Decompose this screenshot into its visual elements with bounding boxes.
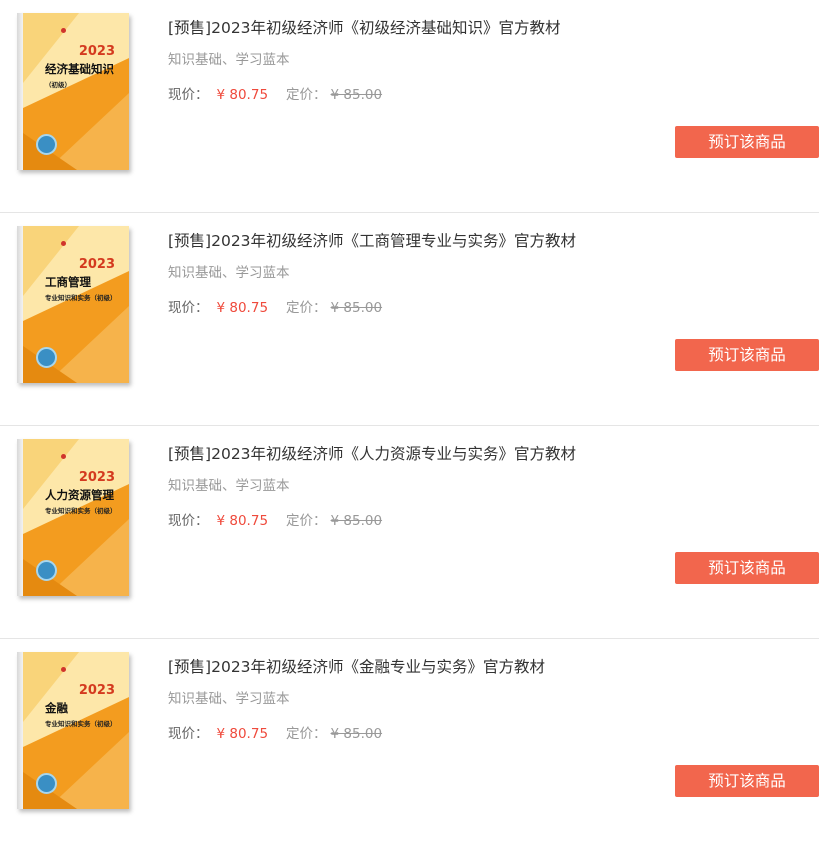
price-row: 现价： ¥ 80.75 定价： ¥ 85.00 bbox=[168, 722, 382, 742]
current-price-label: 现价： bbox=[168, 300, 209, 316]
cover-title: 工商管理 bbox=[45, 275, 91, 289]
badge-icon bbox=[36, 134, 57, 155]
cover-art bbox=[17, 13, 129, 170]
product-item: 2023 金融 专业知识和实务（初级） [预售]2023年初级经济师《金融专业与… bbox=[0, 639, 819, 851]
cover-spine bbox=[17, 652, 23, 809]
book-cover-image[interactable]: 2023 金融 专业知识和实务（初级） bbox=[17, 652, 129, 809]
cover-subtitle: （初级） bbox=[45, 81, 71, 89]
preorder-button[interactable]: 预订该商品 bbox=[675, 765, 819, 797]
seal-icon bbox=[61, 241, 66, 246]
badge-icon bbox=[36, 560, 57, 581]
cover-art bbox=[17, 439, 129, 596]
list-price: ¥ 85.00 bbox=[330, 300, 383, 316]
product-title[interactable]: [预售]2023年初级经济师《金融专业与实务》官方教材 bbox=[168, 655, 545, 677]
product-item: 2023 工商管理 专业知识和实务（初级） [预售]2023年初级经济师《工商管… bbox=[0, 213, 819, 426]
preorder-button[interactable]: 预订该商品 bbox=[675, 339, 819, 371]
product-list: 2023 经济基础知识 （初级） [预售]2023年初级经济师《初级经济基础知识… bbox=[0, 0, 829, 851]
cover-spine bbox=[17, 226, 23, 383]
current-price-label: 现价： bbox=[168, 726, 209, 742]
list-price-label: 定价： bbox=[286, 87, 327, 103]
cover-subtitle: 专业知识和实务（初级） bbox=[45, 720, 117, 728]
cover-title: 金融 bbox=[45, 701, 68, 715]
current-price: ¥ 80.75 bbox=[216, 300, 269, 316]
product-title[interactable]: [预售]2023年初级经济师《人力资源专业与实务》官方教材 bbox=[168, 442, 576, 464]
book-cover-image[interactable]: 2023 工商管理 专业知识和实务（初级） bbox=[17, 226, 129, 383]
cover-year: 2023 bbox=[78, 683, 115, 698]
product-tags: 知识基础、学习蓝本 bbox=[168, 691, 290, 707]
cover-year: 2023 bbox=[78, 44, 115, 59]
book-cover-image[interactable]: 2023 经济基础知识 （初级） bbox=[17, 13, 129, 170]
current-price: ¥ 80.75 bbox=[216, 87, 269, 103]
product-tags: 知识基础、学习蓝本 bbox=[168, 478, 290, 494]
cover-title: 经济基础知识 bbox=[45, 62, 114, 76]
product-tags: 知识基础、学习蓝本 bbox=[168, 265, 290, 281]
price-row: 现价： ¥ 80.75 定价： ¥ 85.00 bbox=[168, 83, 382, 103]
cover-art bbox=[17, 652, 129, 809]
price-row: 现价： ¥ 80.75 定价： ¥ 85.00 bbox=[168, 296, 382, 316]
cover-subtitle: 专业知识和实务（初级） bbox=[45, 507, 117, 515]
list-price: ¥ 85.00 bbox=[330, 87, 383, 103]
list-price: ¥ 85.00 bbox=[330, 726, 383, 742]
badge-icon bbox=[36, 347, 57, 368]
cover-subtitle: 专业知识和实务（初级） bbox=[45, 294, 117, 302]
current-price-label: 现价： bbox=[168, 513, 209, 529]
seal-icon bbox=[61, 28, 66, 33]
current-price: ¥ 80.75 bbox=[216, 726, 269, 742]
cover-spine bbox=[17, 13, 23, 170]
list-price: ¥ 85.00 bbox=[330, 513, 383, 529]
list-price-label: 定价： bbox=[286, 300, 327, 316]
cover-title: 人力资源管理 bbox=[45, 488, 114, 502]
cover-year: 2023 bbox=[78, 470, 115, 485]
product-item: 2023 人力资源管理 专业知识和实务（初级） [预售]2023年初级经济师《人… bbox=[0, 426, 819, 639]
product-title[interactable]: [预售]2023年初级经济师《工商管理专业与实务》官方教材 bbox=[168, 229, 576, 251]
preorder-button[interactable]: 预订该商品 bbox=[675, 126, 819, 158]
badge-icon bbox=[36, 773, 57, 794]
current-price: ¥ 80.75 bbox=[216, 513, 269, 529]
current-price-label: 现价： bbox=[168, 87, 209, 103]
price-row: 现价： ¥ 80.75 定价： ¥ 85.00 bbox=[168, 509, 382, 529]
cover-year: 2023 bbox=[78, 257, 115, 272]
list-price-label: 定价： bbox=[286, 513, 327, 529]
book-cover-image[interactable]: 2023 人力资源管理 专业知识和实务（初级） bbox=[17, 439, 129, 596]
list-price-label: 定价： bbox=[286, 726, 327, 742]
preorder-button[interactable]: 预订该商品 bbox=[675, 552, 819, 584]
cover-art bbox=[17, 226, 129, 383]
product-tags: 知识基础、学习蓝本 bbox=[168, 52, 290, 68]
cover-spine bbox=[17, 439, 23, 596]
product-title[interactable]: [预售]2023年初级经济师《初级经济基础知识》官方教材 bbox=[168, 16, 561, 38]
product-item: 2023 经济基础知识 （初级） [预售]2023年初级经济师《初级经济基础知识… bbox=[0, 0, 819, 213]
seal-icon bbox=[61, 454, 66, 459]
seal-icon bbox=[61, 667, 66, 672]
